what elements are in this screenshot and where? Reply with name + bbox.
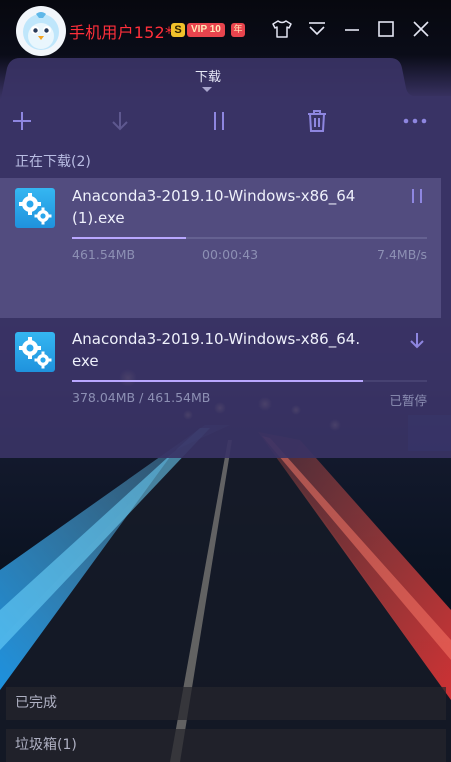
title-bar: 手机用户152* S VIP 10 年: [0, 0, 451, 60]
download-speed: 7.4MB/s: [377, 247, 427, 262]
super-member-badge[interactable]: S: [171, 23, 185, 37]
pause-icon: [412, 189, 422, 203]
downloading-section-label: 正在下载(2): [15, 154, 91, 170]
file-icon: [15, 332, 55, 372]
download-item[interactable]: Anaconda3-2019.10-Windows-x86_64(1).exe …: [0, 178, 441, 318]
menu-button[interactable]: [304, 16, 330, 42]
trash-section[interactable]: 垃圾箱(1): [6, 729, 446, 762]
start-all-button[interactable]: [107, 108, 133, 134]
minimize-button[interactable]: [339, 16, 365, 42]
maximize-icon: [378, 21, 394, 37]
more-button[interactable]: [402, 108, 428, 134]
progress-bar: [72, 237, 427, 239]
gear-file-icon: [19, 337, 52, 369]
close-button[interactable]: [408, 16, 434, 42]
delete-button[interactable]: [304, 108, 330, 134]
username-label[interactable]: 手机用户152*: [69, 19, 173, 43]
pause-icon: [214, 112, 224, 130]
bird-mascot-icon: [23, 12, 59, 50]
progress-bar: [72, 380, 427, 382]
progress-fill: [72, 380, 364, 382]
completed-section[interactable]: 已完成: [6, 687, 446, 720]
close-icon: [413, 21, 429, 37]
vip-level-badge[interactable]: VIP 10: [187, 23, 225, 37]
progress-fill: [72, 237, 186, 239]
pause-all-button[interactable]: [206, 108, 232, 134]
download-item[interactable]: Anaconda3-2019.10-Windows-x86_64.exe 378…: [0, 318, 441, 418]
resume-task-button[interactable]: [407, 330, 427, 350]
tab-caret-icon: [202, 87, 212, 92]
shirt-icon: [272, 20, 292, 38]
add-task-button[interactable]: [9, 108, 35, 134]
completed-label: 已完成: [15, 695, 57, 711]
file-size: 378.04MB / 461.54MB: [72, 390, 211, 405]
more-dots-icon: [403, 118, 427, 124]
task-status: 已暂停: [389, 393, 427, 408]
pause-task-button[interactable]: [407, 186, 427, 206]
dropdown-menu-icon: [309, 22, 325, 36]
file-icon: [15, 188, 55, 228]
maximize-button[interactable]: [373, 16, 399, 42]
tab-download[interactable]: 下载: [0, 66, 416, 85]
annual-member-badge[interactable]: 年: [231, 23, 245, 37]
trash-icon: [308, 110, 326, 132]
file-name: Anaconda3-2019.10-Windows-x86_64.exe: [72, 330, 361, 370]
remaining-time: 00:00:43: [202, 247, 259, 262]
download-arrow-icon: [410, 333, 424, 349]
user-avatar[interactable]: [16, 6, 66, 56]
plus-icon: [13, 112, 31, 130]
skin-button[interactable]: [269, 16, 295, 42]
trash-label: 垃圾箱(1): [15, 737, 77, 753]
file-size: 461.54MB: [72, 247, 136, 262]
download-arrow-icon: [112, 112, 128, 131]
minimize-icon: [345, 29, 359, 31]
gear-file-icon: [19, 193, 52, 225]
file-name: Anaconda3-2019.10-Windows-x86_64(1).exe: [72, 187, 356, 227]
